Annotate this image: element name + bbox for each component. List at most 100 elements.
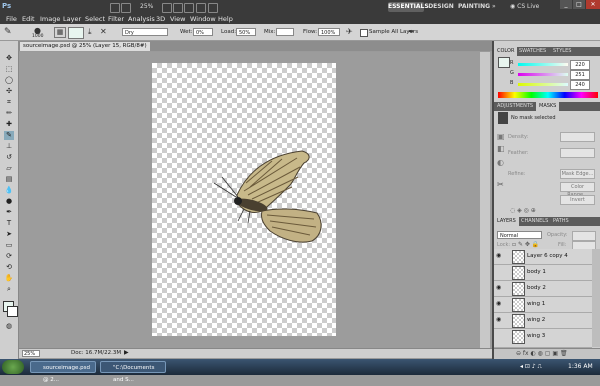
layer-blend-mode-select[interactable]: Normal	[497, 231, 542, 239]
more-workspaces-icon[interactable]: »	[492, 3, 496, 10]
workspace-design[interactable]: DESIGN	[428, 2, 454, 12]
3d-orbit-tool-icon[interactable]: ⟲	[4, 263, 14, 272]
tab-color[interactable]: COLOR	[494, 47, 518, 56]
layer-row[interactable]: ◉ body 2	[494, 281, 592, 297]
flow-input[interactable]: 100%	[318, 28, 340, 36]
history-brush-tool-icon[interactable]: ↺	[4, 153, 14, 162]
blend-combo-select[interactable]: Dry	[122, 28, 168, 36]
tray-icons[interactable]: ◂ ⊡ ♪ ⎍	[520, 363, 542, 371]
quick-select-tool-icon[interactable]: ✣	[4, 87, 14, 96]
zoom-level[interactable]: 25%	[140, 3, 153, 10]
eye-icon[interactable]	[496, 333, 503, 339]
eye-icon[interactable]: ◉	[496, 317, 503, 323]
menu-view[interactable]: View	[170, 15, 185, 23]
zoom-tool-icon-toolbox[interactable]: ⌕	[4, 285, 14, 294]
layer-row[interactable]: wing 3	[494, 329, 592, 348]
menu-image[interactable]: Image	[40, 15, 60, 23]
load-brush-icon[interactable]: ⤓	[88, 27, 92, 37]
hand-tool-icon-toolbox[interactable]: ✋	[4, 274, 14, 283]
layer-row[interactable]: ◉ wing 2	[494, 313, 592, 329]
color-spectrum-bar[interactable]	[498, 92, 598, 98]
eye-icon[interactable]: ◉	[496, 253, 503, 259]
taskbar-item-photoshop[interactable]: sourceimage.psd @ 2...	[30, 361, 96, 383]
quick-mask-icon[interactable]: ◍	[4, 322, 14, 331]
rotate-view-icon[interactable]	[184, 3, 194, 13]
layers-scrollbar[interactable]	[592, 249, 600, 347]
arrange-documents-icon[interactable]	[196, 3, 206, 13]
layer-row[interactable]: body 1	[494, 265, 592, 281]
clone-stamp-tool-icon[interactable]: ⊥	[4, 142, 14, 151]
invert-button[interactable]: Invert	[560, 195, 595, 205]
layers-footer-icons[interactable]: ⊖ fx ◐ ◍ ▢ ▣ 🗑	[516, 350, 568, 357]
tablet-pressure-icon[interactable]: ✒	[408, 27, 415, 36]
gradient-tool-icon[interactable]: ▤	[4, 175, 14, 184]
taskbar-clock[interactable]: 1:36 AM	[568, 363, 593, 370]
menu-edit[interactable]: Edit	[22, 15, 35, 23]
brush-panel-icon[interactable]: ▦	[54, 27, 66, 38]
pen-tool-icon[interactable]: ✒	[4, 208, 14, 217]
screen-mode-icon[interactable]	[208, 3, 218, 13]
start-button[interactable]	[2, 360, 24, 374]
brush-tool-icon[interactable]: ✎	[4, 131, 14, 140]
healing-brush-tool-icon[interactable]: ✚	[4, 120, 14, 129]
menu-window[interactable]: Window	[190, 15, 216, 23]
menu-help[interactable]: Help	[218, 15, 233, 23]
status-zoom-input[interactable]: 25%	[22, 350, 40, 357]
layer-row[interactable]: ◉ Layer 6 copy 4	[494, 249, 592, 265]
color-range-button[interactable]: Color Range...	[560, 182, 595, 198]
document-info[interactable]: Doc: 16.7M/22.3M	[71, 350, 121, 356]
load-input[interactable]: 50%	[236, 28, 256, 36]
document-tab[interactable]: sourceimage.psd @ 25% (Layer 15, RGB/8#)…	[20, 42, 150, 58]
mask-footer-icons[interactable]: ◌ ◈ ◎ ⊕	[510, 207, 536, 214]
background-color-swatch[interactable]	[7, 306, 18, 317]
menu-filter[interactable]: Filter	[108, 15, 124, 23]
vector-mask-icon[interactable]: ◧	[497, 144, 505, 153]
wet-input[interactable]: 0%	[193, 28, 213, 36]
cs-live-button[interactable]: ◉ CS Live	[510, 3, 539, 10]
eye-icon[interactable]	[496, 269, 503, 275]
eyedropper-tool-icon[interactable]: ✏	[4, 109, 14, 118]
blue-value-input[interactable]: 240	[570, 80, 590, 90]
red-value-input[interactable]: 220	[570, 60, 590, 70]
green-slider[interactable]	[518, 73, 568, 76]
type-tool-icon[interactable]: T	[4, 219, 14, 228]
mixer-brush-icon[interactable]: ✎	[4, 27, 12, 37]
blue-slider[interactable]	[518, 83, 568, 86]
zoom-tool-icon[interactable]	[173, 3, 183, 13]
airbrush-icon[interactable]: ✈	[346, 27, 353, 36]
current-brush-load-swatch[interactable]	[68, 27, 84, 39]
pixel-mask-icon[interactable]: ▣	[497, 132, 505, 141]
tab-swatches[interactable]: SWATCHES	[516, 47, 549, 56]
lasso-tool-icon[interactable]: ◯	[4, 76, 14, 85]
tab-channels[interactable]: CHANNELS	[518, 217, 551, 226]
workspace-painting[interactable]: PAINTING	[458, 2, 490, 12]
blur-tool-icon[interactable]: 💧	[4, 186, 14, 195]
eye-icon[interactable]: ◉	[496, 285, 503, 291]
hand-tool-icon[interactable]	[162, 3, 172, 13]
color-panel-foreground-swatch[interactable]	[498, 57, 510, 68]
opacity-input[interactable]	[572, 231, 596, 241]
crop-tool-icon[interactable]: ⌗	[4, 98, 14, 107]
close-button[interactable]: ✕	[586, 0, 600, 9]
shape-tool-icon[interactable]: ▭	[4, 241, 14, 250]
mini-bridge-icon[interactable]	[121, 3, 131, 13]
menu-analysis[interactable]: Analysis	[128, 15, 155, 23]
minimize-button[interactable]: _	[560, 0, 572, 9]
tab-adjustments[interactable]: ADJUSTMENTS	[494, 102, 536, 111]
bridge-icon[interactable]	[110, 3, 120, 13]
load-selection-icon[interactable]: ✂	[497, 180, 504, 189]
apply-mask-icon[interactable]: ◐	[497, 158, 504, 167]
tab-layers[interactable]: LAYERS	[494, 217, 519, 226]
maximize-button[interactable]: □	[573, 0, 585, 9]
menu-layer[interactable]: Layer	[63, 15, 81, 23]
3d-rotate-tool-icon[interactable]: ⟳	[4, 252, 14, 261]
eraser-tool-icon[interactable]: ▱	[4, 164, 14, 173]
lock-icons[interactable]: ▫ ✎ ✥ 🔒	[512, 241, 539, 248]
tab-styles[interactable]: STYLES	[550, 47, 574, 56]
green-value-input[interactable]: 251	[570, 70, 590, 80]
document-canvas[interactable]	[152, 63, 336, 336]
menu-select[interactable]: Select	[85, 15, 105, 23]
eye-icon[interactable]: ◉	[496, 301, 503, 307]
feather-input[interactable]	[560, 148, 595, 158]
tab-masks[interactable]: MASKS	[536, 102, 560, 111]
